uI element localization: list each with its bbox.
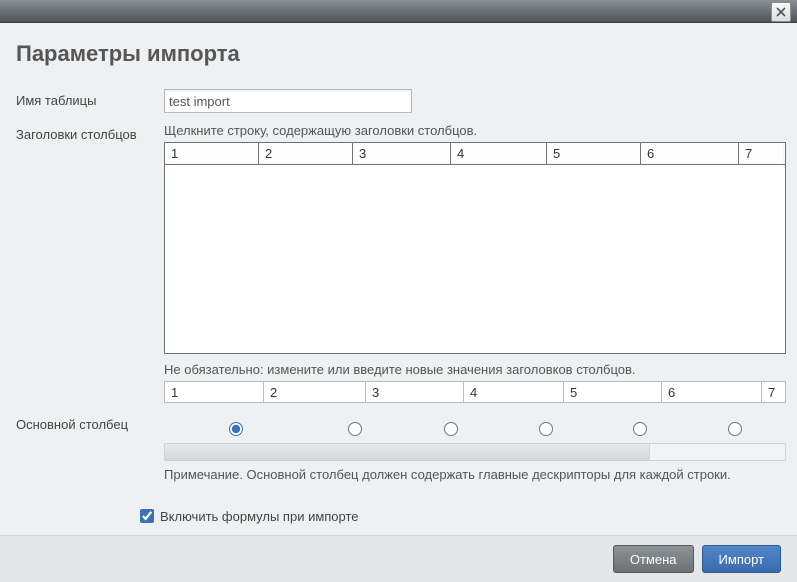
header-cell[interactable]: 2 xyxy=(259,143,353,164)
primary-column-radio[interactable] xyxy=(539,422,553,436)
close-button[interactable] xyxy=(771,2,791,22)
header-cell[interactable]: 5 xyxy=(547,143,641,164)
header-cell[interactable]: 6 xyxy=(641,143,739,164)
table-name-input[interactable] xyxy=(164,89,412,113)
table-name-label: Имя таблицы xyxy=(16,89,164,108)
primary-column-radio[interactable] xyxy=(348,422,362,436)
header-edit-input[interactable] xyxy=(464,381,564,403)
header-edit-input[interactable] xyxy=(164,381,264,403)
dialog-footer: Отмена Импорт xyxy=(0,535,797,582)
horizontal-scrollbar[interactable] xyxy=(164,443,786,461)
include-formulas-checkbox[interactable] xyxy=(140,509,154,523)
column-headers-label: Заголовки столбцов xyxy=(16,123,164,142)
titlebar xyxy=(0,0,797,23)
header-cell[interactable]: 1 xyxy=(165,143,259,164)
close-icon xyxy=(776,7,786,17)
header-edit-input[interactable] xyxy=(762,381,786,403)
header-edit-input[interactable] xyxy=(366,381,464,403)
scrollbar-thumb[interactable] xyxy=(165,444,650,460)
dialog-title: Параметры импорта xyxy=(16,41,781,67)
header-cell[interactable]: 7 xyxy=(739,143,783,164)
header-cell[interactable]: 4 xyxy=(451,143,547,164)
primary-column-radio[interactable] xyxy=(444,422,458,436)
include-formulas-label: Включить формулы при импорте xyxy=(160,509,359,524)
primary-column-note: Примечание. Основной столбец должен соде… xyxy=(164,467,786,482)
header-edit-input[interactable] xyxy=(564,381,662,403)
header-edit-input[interactable] xyxy=(662,381,762,403)
header-preview-table[interactable]: 1234567 xyxy=(164,142,786,354)
header-edit-input[interactable] xyxy=(264,381,366,403)
primary-column-label: Основной столбец xyxy=(16,413,164,432)
cancel-button[interactable]: Отмена xyxy=(613,545,694,573)
import-button[interactable]: Импорт xyxy=(702,545,781,573)
primary-column-radio[interactable] xyxy=(229,422,243,436)
headers-hint-bottom: Не обязательно: измените или введите нов… xyxy=(164,362,786,377)
primary-column-radio[interactable] xyxy=(728,422,742,436)
header-cell[interactable]: 3 xyxy=(353,143,451,164)
headers-hint-top: Щелкните строку, содержащую заголовки ст… xyxy=(164,123,786,138)
primary-column-radio[interactable] xyxy=(633,422,647,436)
